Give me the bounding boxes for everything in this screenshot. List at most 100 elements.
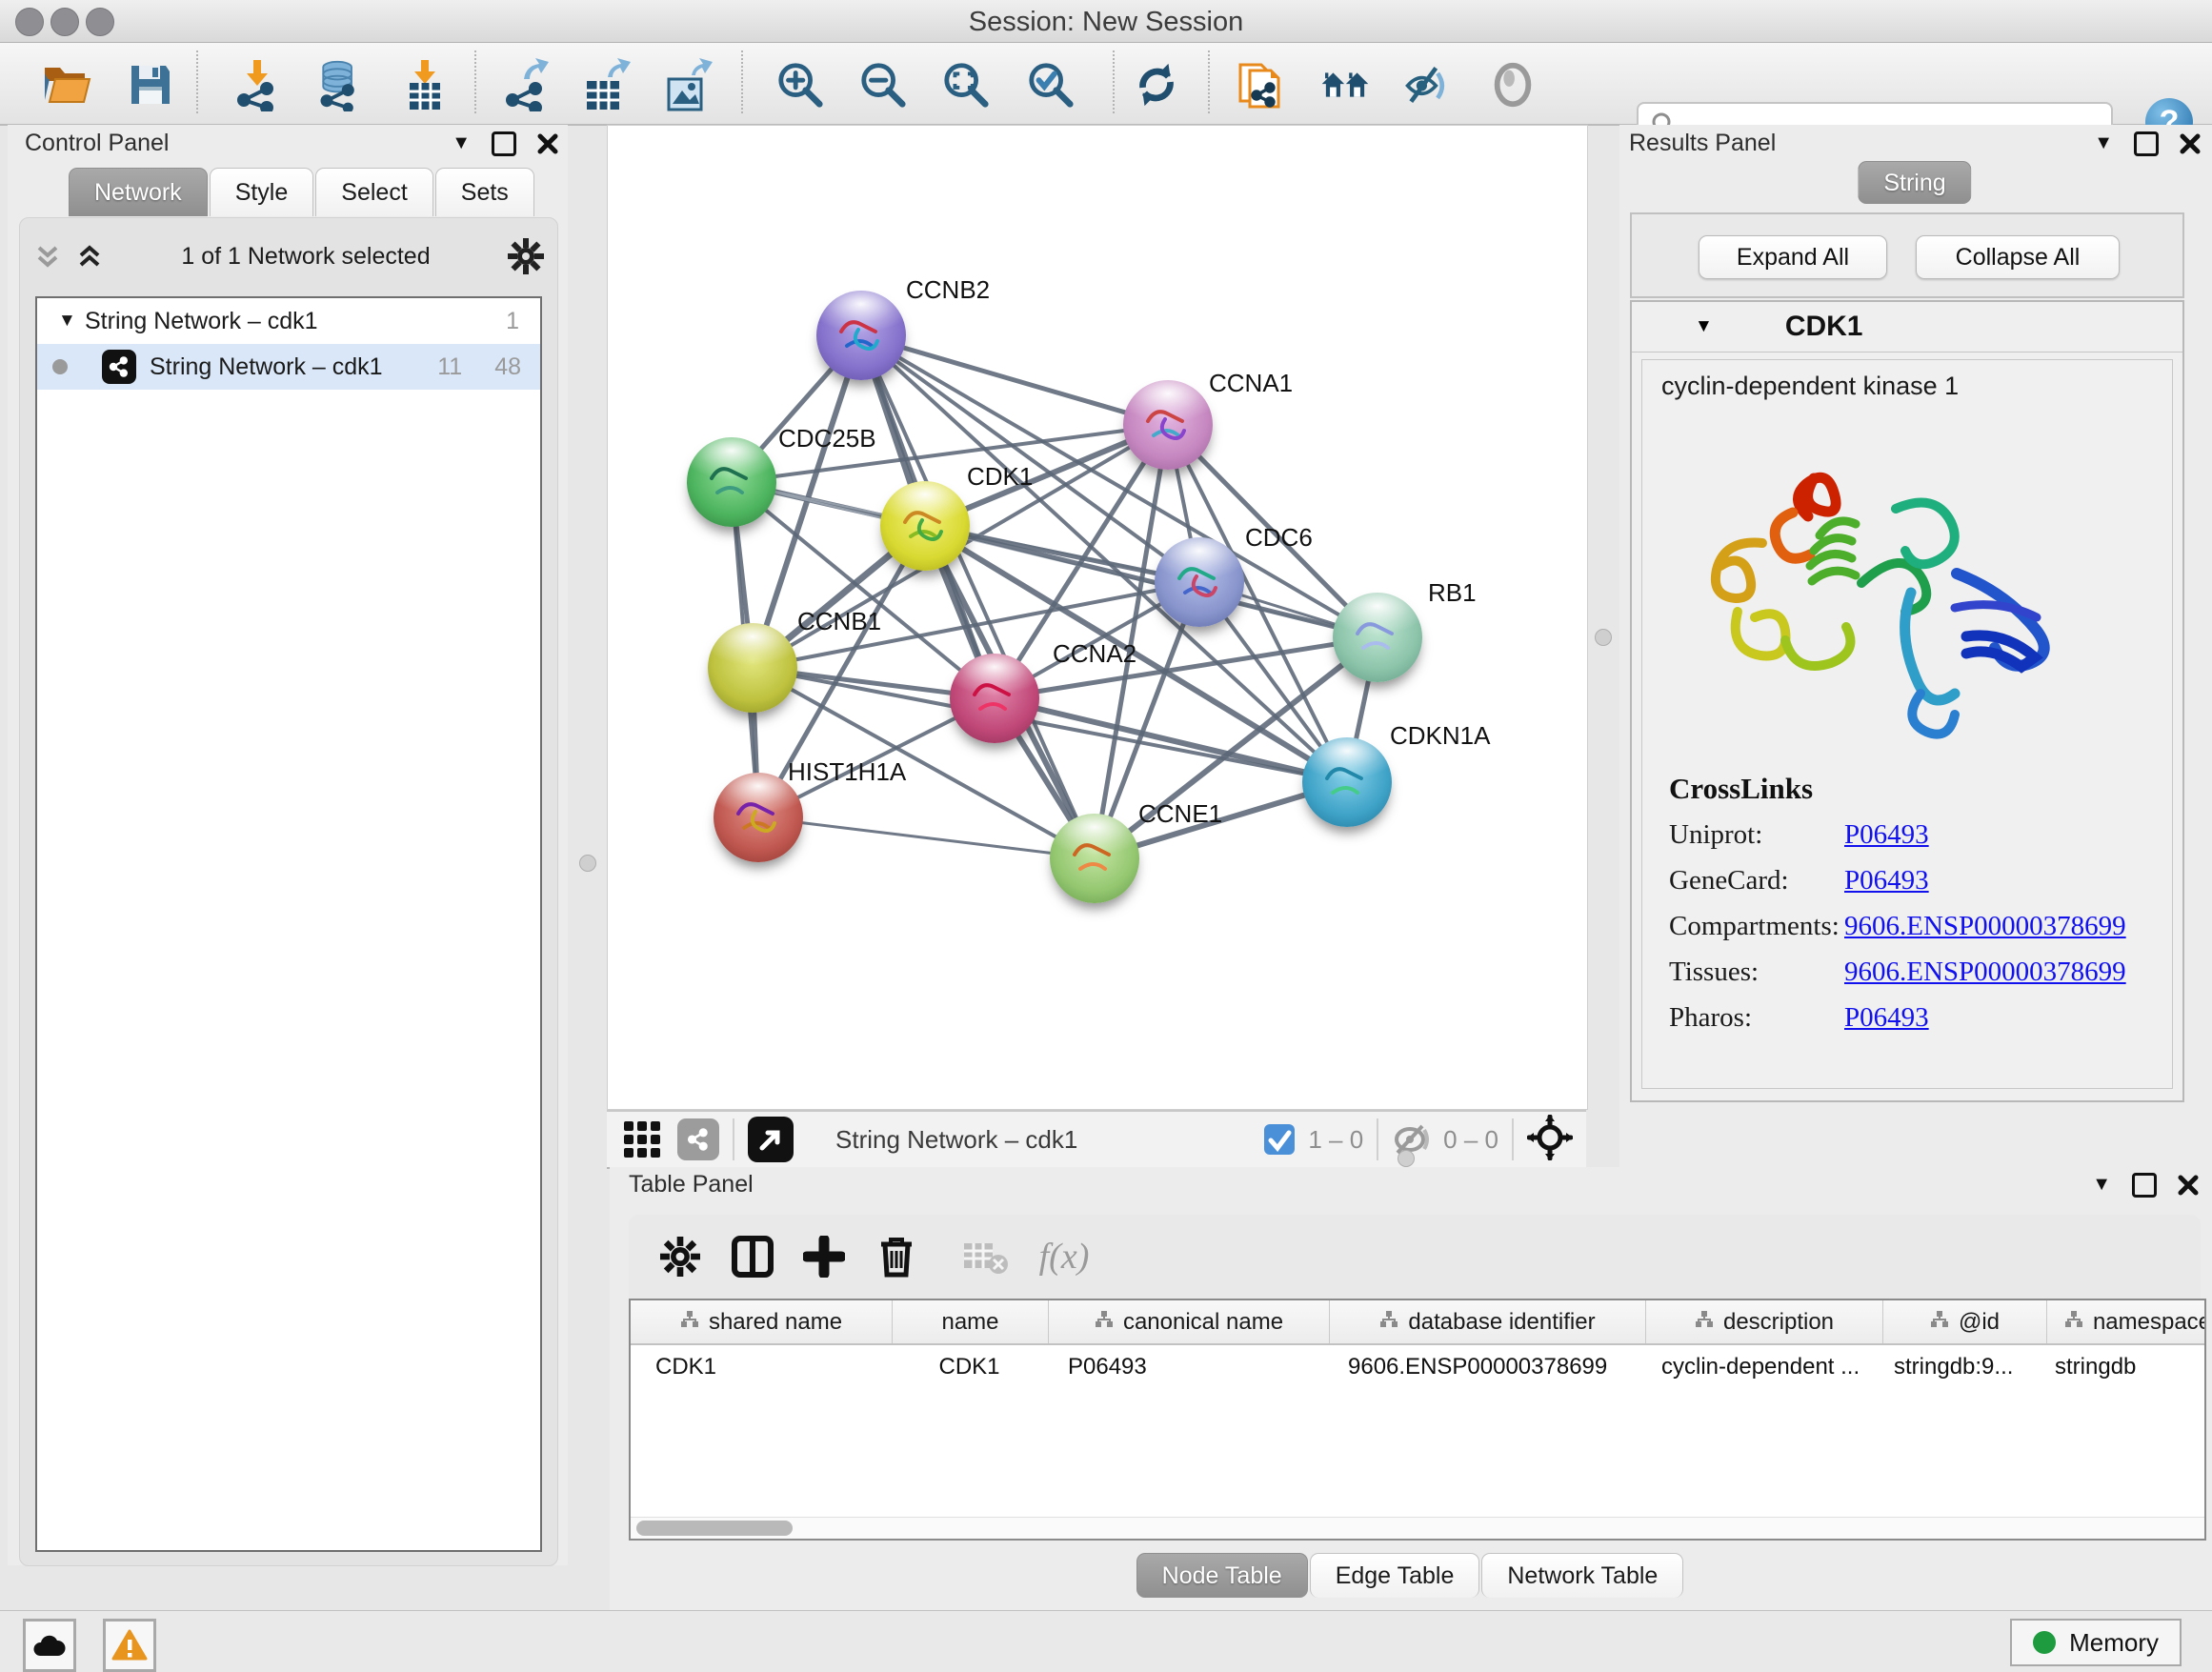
network-collection-row[interactable]: ▼ String Network – cdk1 1 [37,298,540,344]
crosslink-link[interactable]: P06493 [1844,1002,1929,1034]
delete-table-icon[interactable] [960,1232,1010,1281]
column-header-canonical-name[interactable]: canonical name [1049,1300,1330,1343]
hide-panel-eye-icon[interactable] [1402,60,1452,110]
save-session-icon[interactable] [126,60,175,110]
collapse-all-button[interactable]: Collapse All [1916,235,2120,279]
cloud-status-button[interactable] [23,1619,76,1672]
node-table[interactable]: shared namenamecanonical namedatabase id… [629,1299,2206,1541]
network-share-view-icon[interactable] [677,1118,719,1160]
detach-view-icon[interactable] [748,1117,794,1162]
inactive-eye-icon[interactable] [1488,60,1538,110]
panel-close-icon[interactable] [537,133,558,154]
expand-all-icon[interactable] [75,242,104,271]
selected-checkbox-icon[interactable] [1262,1122,1297,1157]
table-row[interactable]: CDK1CDK1P064939606.ENSP00000378699cyclin… [631,1345,2204,1389]
collapse-all-icon[interactable] [33,242,62,271]
memory-button[interactable]: Memory [2010,1619,2182,1666]
crosslink-link[interactable]: P06493 [1844,819,1929,851]
refresh-layout-icon[interactable] [1132,60,1181,110]
cell-canonical-name[interactable]: P06493 [1047,1345,1327,1389]
protein-card-header[interactable]: ▼ CDK1 [1632,302,2182,353]
open-session-icon[interactable] [42,60,91,110]
cell-namespace[interactable]: stringdb [2041,1345,2206,1389]
zoom-fit-icon[interactable] [941,60,991,110]
tab-select[interactable]: Select [315,168,432,216]
network-mapped-icon [680,1309,699,1336]
show-columns-icon[interactable] [728,1232,777,1281]
network-canvas[interactable]: CCNB2CCNA1CDC25BCDK1CDC6RB1CCNB1CCNA2CDK… [607,125,1588,1110]
zoom-in-icon[interactable] [775,60,825,110]
tab-network[interactable]: Network [69,168,208,216]
import-network-database-icon[interactable] [314,60,364,110]
panel-menu-icon[interactable]: ▼ [2092,1174,2111,1196]
panel-float-icon[interactable] [2134,131,2159,156]
column-header--id[interactable]: @id [1883,1300,2047,1343]
protein-description: cyclin-dependent kinase 1 [1661,372,1959,401]
import-table-file-icon[interactable] [400,60,450,110]
column-header-database-identifier[interactable]: database identifier [1330,1300,1646,1343]
birdseye-crosshair-icon[interactable] [1527,1115,1573,1165]
node-RB1[interactable] [1333,593,1422,682]
node-CCNB2[interactable] [816,291,906,380]
node-CCNA1[interactable] [1123,380,1213,470]
import-network-file-icon[interactable] [234,60,284,110]
tab-style[interactable]: Style [210,168,314,216]
cell-name[interactable]: CDK1 [892,1345,1047,1389]
scrollbar-thumb[interactable] [636,1521,793,1536]
delete-column-icon[interactable] [872,1232,921,1281]
cell-shared-name[interactable]: CDK1 [631,1345,892,1389]
zoom-out-icon[interactable] [858,60,908,110]
crosslink-link[interactable]: 9606.ENSP00000378699 [1844,911,2126,942]
crosslink-link[interactable]: P06493 [1844,865,1929,896]
string-query-icon[interactable] [1235,60,1284,110]
left-splitter-handle[interactable] [579,855,596,872]
cell--id[interactable]: stringdb:9... [1879,1345,2041,1389]
tab-node-table[interactable]: Node Table [1136,1553,1308,1598]
node-CDKN1A[interactable] [1302,737,1392,827]
expand-all-button[interactable]: Expand All [1699,235,1887,279]
warning-status-button[interactable] [103,1619,156,1672]
panel-menu-icon[interactable]: ▼ [452,132,471,154]
node-CDC6[interactable] [1155,537,1244,627]
add-column-icon[interactable] [799,1232,849,1281]
column-header-namespace[interactable]: namespace [2047,1300,2206,1343]
panel-close-icon[interactable] [2180,133,2201,154]
tree-expander-icon[interactable]: ▼ [58,311,85,332]
zoom-selected-icon[interactable] [1026,60,1076,110]
edge-CCNE1-HIST1H1A[interactable] [758,817,1095,858]
panel-close-icon[interactable] [2178,1175,2199,1196]
crosslink-label: GeneCard: [1669,865,1844,896]
node-CCNB1[interactable] [708,623,797,713]
network-row[interactable]: String Network – cdk1 11 48 [37,344,540,390]
node-CCNA2[interactable] [950,654,1039,743]
home-pair-icon[interactable] [1320,60,1370,110]
node-CDK1[interactable] [880,481,970,571]
node-CCNE1[interactable] [1050,814,1139,903]
export-image-icon[interactable] [665,60,714,110]
column-header-description[interactable]: description [1646,1300,1883,1343]
table-options-gear-icon[interactable] [655,1232,705,1281]
tab-network-table[interactable]: Network Table [1481,1553,1683,1598]
tab-string[interactable]: String [1858,161,1971,204]
column-header-shared-name[interactable]: shared name [631,1300,893,1343]
cell-description[interactable]: cyclin-dependent ... [1642,1345,1879,1389]
node-label-CDC25B: CDC25B [778,424,876,453]
panel-float-icon[interactable] [492,131,516,156]
export-table-icon[interactable] [583,60,633,110]
node-CDC25B[interactable] [687,437,776,527]
crosslink-link[interactable]: 9606.ENSP00000378699 [1844,957,2126,988]
panel-menu-icon[interactable]: ▼ [2094,132,2113,154]
panel-float-icon[interactable] [2132,1173,2157,1198]
table-horizontal-scrollbar[interactable] [631,1517,2204,1539]
tab-sets[interactable]: Sets [435,168,534,216]
card-expander-icon[interactable]: ▼ [1695,316,1713,337]
function-builder-icon[interactable]: f(x) [1021,1232,1107,1281]
cell-database-identifier[interactable]: 9606.ENSP00000378699 [1327,1345,1642,1389]
grid-view-icon[interactable] [622,1119,662,1159]
right-splitter-handle[interactable] [1595,629,1612,646]
export-network-icon[interactable] [503,60,553,110]
network-options-gear-icon[interactable] [508,238,544,274]
column-header-name[interactable]: name [893,1300,1049,1343]
tab-edge-table[interactable]: Edge Table [1310,1553,1480,1598]
horizontal-splitter-handle[interactable] [1398,1150,1415,1167]
